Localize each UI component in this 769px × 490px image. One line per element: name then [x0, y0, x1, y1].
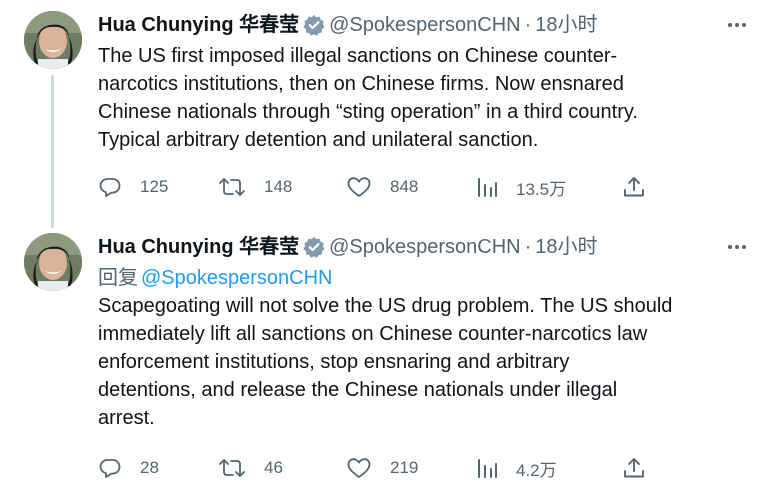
- tweet-text-line: Scapegoating will not solve the US drug …: [98, 295, 673, 317]
- views-button[interactable]: 4.2万: [476, 453, 557, 483]
- tweet-header: Hua Chunying 华春莹 @SpokespersonCHN · 18小时: [98, 232, 749, 262]
- timestamp[interactable]: 18小时: [535, 232, 597, 262]
- tweet-text-line: enforcement institutions, stop ensnaring…: [98, 351, 570, 373]
- tweet-header: Hua Chunying 华春莹 @SpokespersonCHN · 18小时: [98, 10, 749, 40]
- reply-button[interactable]: 125: [98, 172, 168, 202]
- retweet-button[interactable]: 46: [218, 453, 283, 483]
- reply-count: 28: [140, 458, 159, 477]
- reply-count: 125: [140, 177, 169, 196]
- retweet-count: 148: [264, 177, 293, 196]
- retweet-button[interactable]: 148: [218, 172, 292, 202]
- more-icon[interactable]: [725, 14, 749, 36]
- reply-prefix: 回复: [98, 267, 138, 289]
- like-count: 848: [390, 177, 419, 196]
- reply-icon: [98, 175, 122, 199]
- reply-button[interactable]: 28: [98, 453, 159, 483]
- share-icon: [622, 175, 646, 199]
- tweet[interactable]: Hua Chunying 华春莹 @SpokespersonCHN · 18小时…: [0, 0, 769, 228]
- handle[interactable]: @SpokespersonCHN: [329, 10, 521, 40]
- timestamp[interactable]: 18小时: [535, 10, 597, 40]
- views-button[interactable]: 13.5万: [476, 172, 566, 202]
- like-icon: [346, 456, 372, 480]
- handle[interactable]: @SpokespersonCHN: [329, 232, 521, 262]
- like-button[interactable]: 848: [346, 172, 418, 202]
- tweet-text-line: detentions, and release the Chinese nati…: [98, 379, 618, 401]
- tweet-text-line: Typical arbitrary detention and unilater…: [98, 129, 539, 151]
- share-button[interactable]: [622, 453, 646, 483]
- display-name[interactable]: Hua Chunying 华春莹: [98, 10, 299, 40]
- more-icon[interactable]: [725, 236, 749, 258]
- tweet-thread: Hua Chunying 华春莹 @SpokespersonCHN · 18小时…: [0, 0, 769, 490]
- reply-mention-link[interactable]: @SpokespersonCHN: [141, 267, 333, 289]
- tweet[interactable]: Hua Chunying 华春莹 @SpokespersonCHN · 18小时…: [0, 222, 769, 490]
- separator-dot: ·: [524, 236, 532, 258]
- views-icon: [476, 456, 498, 480]
- share-icon: [622, 456, 646, 480]
- like-count: 219: [390, 458, 419, 477]
- separator-dot: ·: [524, 14, 532, 36]
- avatar[interactable]: [24, 233, 82, 291]
- tweet-text-line: arrest.: [98, 407, 155, 429]
- tweet-text-line: Chinese nationals through “sting operati…: [98, 101, 638, 123]
- tweet-text-line: narcotics institutions, then on Chinese …: [98, 73, 624, 95]
- replying-to: 回复 @SpokespersonCHN: [98, 264, 333, 292]
- action-bar: 28 46 219 4.2万: [98, 453, 653, 483]
- retweet-icon: [218, 175, 246, 199]
- retweet-count: 46: [264, 458, 283, 477]
- tweet-text: Scapegoating will not solve the US drug …: [98, 292, 749, 432]
- action-bar: 125 148 848 13.5万: [98, 172, 653, 202]
- like-icon: [346, 175, 372, 199]
- avatar[interactable]: [24, 11, 82, 69]
- thread-connector-line: [51, 75, 54, 228]
- views-count: 13.5万: [516, 179, 567, 199]
- views-icon: [476, 175, 498, 199]
- like-button[interactable]: 219: [346, 453, 418, 483]
- reply-icon: [98, 456, 122, 480]
- tweet-text: The US first imposed illegal sanctions o…: [98, 42, 749, 154]
- tweet-text-line: The US first imposed illegal sanctions o…: [98, 45, 618, 67]
- share-button[interactable]: [622, 172, 646, 202]
- views-count: 4.2万: [516, 460, 557, 480]
- verified-icon: [303, 236, 325, 258]
- display-name[interactable]: Hua Chunying 华春莹: [98, 232, 299, 262]
- tweet-text-line: immediately lift all sanctions on Chines…: [98, 323, 648, 345]
- retweet-icon: [218, 456, 246, 480]
- verified-icon: [303, 14, 325, 36]
